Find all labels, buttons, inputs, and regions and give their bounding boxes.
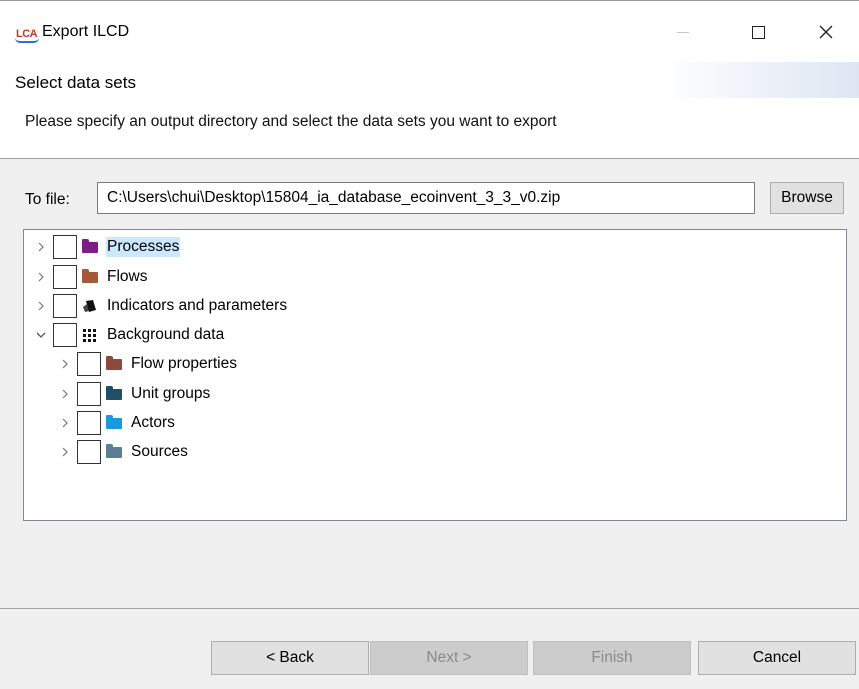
maximize-button[interactable]: [735, 14, 781, 50]
maximize-icon: [751, 25, 765, 39]
page-description: Please specify an output directory and s…: [25, 113, 557, 130]
back-button[interactable]: < Back: [211, 641, 369, 675]
folder-icon: [82, 239, 98, 254]
checkbox-actors[interactable]: [77, 411, 101, 435]
wizard-content: To file: Browse Processes Flows: [0, 159, 859, 608]
tree-item-label: Sources: [131, 443, 188, 460]
cancel-button[interactable]: Cancel: [698, 641, 856, 675]
checkbox-unit-groups[interactable]: [77, 382, 101, 406]
folder-icon: [106, 356, 122, 371]
chevron-right-icon[interactable]: [34, 299, 48, 313]
folder-icon: [106, 415, 122, 430]
folder-icon: [106, 444, 122, 459]
tree-item-processes[interactable]: Processes: [34, 234, 181, 260]
chevron-right-icon[interactable]: [58, 357, 72, 371]
finish-button[interactable]: Finish: [533, 641, 691, 675]
checkbox-flows[interactable]: [53, 265, 77, 289]
tree-item-label: Processes: [106, 237, 181, 257]
chevron-right-icon[interactable]: [34, 240, 48, 254]
minimize-icon: [677, 31, 689, 33]
tree-item-sources[interactable]: Sources: [58, 439, 189, 465]
chevron-right-icon[interactable]: [58, 416, 72, 430]
chevron-right-icon[interactable]: [58, 445, 72, 459]
indicators-icon: [82, 299, 98, 313]
wizard-header: Select data sets Please specify an outpu…: [0, 62, 859, 158]
wizard-footer: < Back Next > Finish Cancel: [0, 609, 859, 689]
checkbox-indicators[interactable]: [53, 294, 77, 318]
checkbox-sources[interactable]: [77, 440, 101, 464]
window-top-border: [0, 0, 859, 1]
next-button[interactable]: Next >: [370, 641, 528, 675]
checkbox-flow-properties[interactable]: [77, 352, 101, 376]
tree-item-indicators[interactable]: Indicators and parameters: [34, 293, 288, 319]
folder-icon: [82, 269, 98, 284]
checkbox-processes[interactable]: [53, 235, 77, 259]
tree-item-unit-groups[interactable]: Unit groups: [58, 381, 211, 407]
tree-item-flow-properties[interactable]: Flow properties: [58, 351, 238, 377]
lca-app-icon: LCA: [15, 25, 39, 43]
page-title: Select data sets: [15, 73, 136, 92]
tree-item-label: Actors: [131, 414, 175, 431]
minimize-button[interactable]: [660, 14, 706, 50]
to-file-input[interactable]: [97, 182, 755, 214]
close-icon: [819, 25, 833, 39]
tree-item-label: Background data: [107, 326, 225, 343]
tree-item-flows[interactable]: Flows: [34, 264, 148, 290]
tree-item-label: Flow properties: [131, 355, 237, 372]
grid-icon: [82, 328, 98, 342]
chevron-right-icon[interactable]: [58, 387, 72, 401]
browse-button[interactable]: Browse: [770, 182, 844, 214]
data-set-tree[interactable]: Processes Flows Indicators and parameter…: [23, 229, 847, 521]
header-banner-gradient: [659, 62, 859, 98]
tree-item-background-data[interactable]: Background data: [34, 322, 225, 348]
tree-item-label: Unit groups: [131, 385, 211, 402]
tree-item-label: Indicators and parameters: [107, 297, 288, 314]
chevron-right-icon[interactable]: [34, 270, 48, 284]
folder-icon: [106, 386, 122, 401]
close-button[interactable]: [803, 14, 849, 50]
tree-item-label: Flows: [107, 268, 148, 285]
title-bar: LCA Export ILCD: [0, 0, 859, 62]
checkbox-background-data[interactable]: [53, 323, 77, 347]
window-title: Export ILCD: [42, 23, 130, 40]
chevron-down-icon[interactable]: [34, 328, 48, 342]
to-file-label: To file:: [25, 191, 70, 208]
tree-item-actors[interactable]: Actors: [58, 410, 176, 436]
